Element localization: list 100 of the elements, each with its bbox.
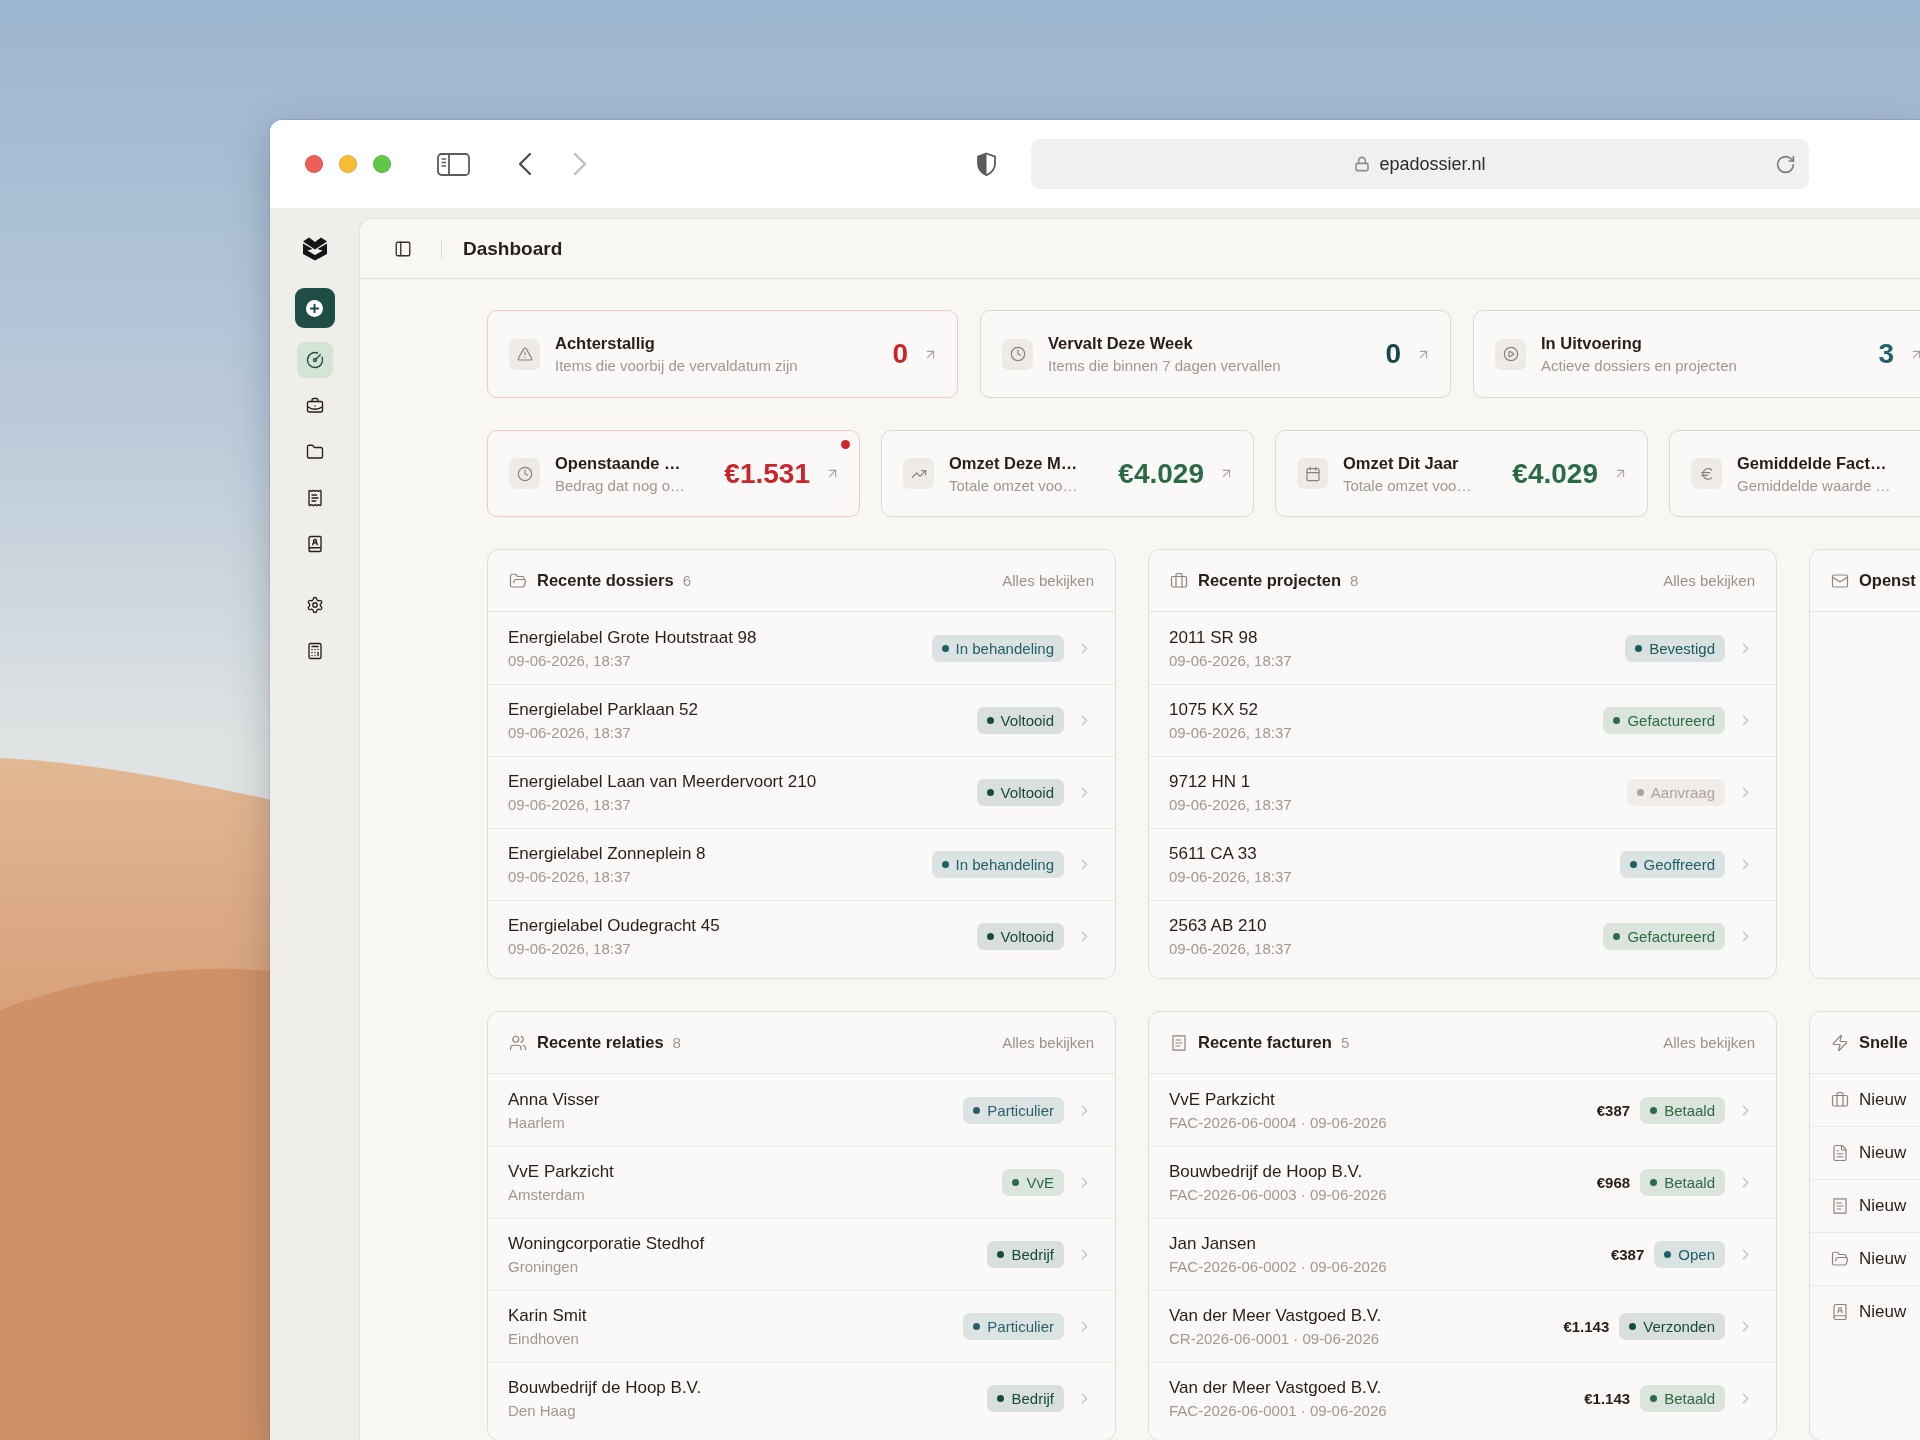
panel-title: Snelle bbox=[1859, 1033, 1908, 1052]
row-subtitle: 09-06-2026, 18:37 bbox=[508, 650, 631, 670]
status-text: Bedrijf bbox=[1011, 1246, 1054, 1263]
mail-icon bbox=[1831, 571, 1849, 590]
status-text: Gefactureerd bbox=[1627, 928, 1715, 945]
stat-value: €4.029 bbox=[1118, 457, 1204, 490]
status-text: Particulier bbox=[987, 1101, 1054, 1119]
sidebar-nav-button[interactable] bbox=[296, 342, 333, 378]
row-title: Van der Meer Vastgoed B.V. bbox=[1169, 1305, 1382, 1326]
card-subtitle: Actieve dossiers en projecten bbox=[1541, 356, 1738, 375]
row-subtitle: FAC-2026-06-0002 · 09-06-2026 bbox=[1169, 1257, 1387, 1276]
panel-title: Recente facturen bbox=[1198, 1033, 1332, 1052]
row-title: Anna Visser bbox=[508, 1088, 600, 1110]
card-subtitle: Items die voorbij de vervaldatum zijn bbox=[555, 356, 799, 375]
folder-open-icon bbox=[509, 571, 527, 590]
stat-value: €4.029 bbox=[1512, 457, 1598, 490]
card-title: Vervalt Deze Week bbox=[1048, 333, 1194, 353]
row-subtitle: 09-06-2026, 18:37 bbox=[508, 867, 631, 886]
add-button[interactable] bbox=[294, 288, 335, 328]
quick-action-button[interactable]: Nieuw bbox=[1831, 1090, 1907, 1110]
row-title: 5611 CA 33 bbox=[1169, 843, 1257, 864]
stat-value: €1.531 bbox=[724, 457, 810, 490]
stat-card[interactable]: In Uitvoering Actieve dossiers en projecten 3 bbox=[1473, 310, 1920, 398]
logo-icon bbox=[301, 236, 328, 261]
card-title: Omzet Dit Jaar bbox=[1343, 452, 1460, 473]
row-subtitle: 09-06-2026, 18:37 bbox=[1169, 867, 1292, 886]
row-title: Karin Smit bbox=[508, 1305, 587, 1326]
item-count: 5 bbox=[1340, 1034, 1350, 1051]
reload-icon[interactable] bbox=[1775, 153, 1796, 175]
quick-action-button[interactable]: Nieuw bbox=[1831, 1302, 1907, 1322]
address-book-icon bbox=[305, 535, 324, 553]
status-text: Betaald bbox=[1664, 1390, 1715, 1407]
row-subtitle: 09-06-2026, 18:37 bbox=[508, 723, 631, 742]
sidebar-toggle-icon[interactable] bbox=[394, 239, 412, 258]
row-subtitle: 09-06-2026, 18:37 bbox=[1169, 650, 1292, 670]
status-text: Voltooid bbox=[1000, 712, 1054, 729]
receipt-icon bbox=[1170, 1033, 1188, 1052]
row-subtitle: 09-06-2026, 18:37 bbox=[1169, 723, 1292, 742]
page-title: Dashboard bbox=[463, 237, 563, 260]
card-subtitle: Items die binnen 7 dagen vervallen bbox=[1048, 356, 1282, 375]
stat-value: 0 bbox=[1385, 338, 1401, 370]
stat-value: 0 bbox=[892, 338, 908, 370]
panel-title: Recente relaties bbox=[537, 1033, 664, 1052]
row-title: 2563 AB 210 bbox=[1169, 915, 1267, 936]
quick-action-button[interactable]: Nieuw bbox=[1831, 1143, 1907, 1163]
trending-up-icon bbox=[903, 458, 934, 489]
stat-card[interactable]: Vervalt Deze Week Items die binnen 7 dagen vervallen 0 bbox=[980, 310, 1451, 398]
row-subtitle: 09-06-2026, 18:37 bbox=[508, 795, 631, 814]
stat-card[interactable]: Openstaande … Bedrag dat nog o… €1.531 bbox=[487, 430, 860, 517]
row-subtitle: FAC-2026-06-0004 · 09-06-2026 bbox=[1169, 1112, 1387, 1132]
quick-action-button[interactable]: Nieuw bbox=[1831, 1249, 1907, 1269]
shield-icon[interactable] bbox=[976, 151, 997, 177]
folder-icon bbox=[305, 443, 324, 461]
stat-card[interactable]: Achterstallig Items die voorbij de vervaldatum zijn 0 bbox=[487, 310, 958, 398]
row-title: Woningcorporatie Stedhof bbox=[508, 1233, 705, 1254]
item-count: 8 bbox=[1350, 572, 1359, 589]
address-field[interactable]: epadossier.nl bbox=[1031, 139, 1809, 189]
status-text: Voltooid bbox=[1000, 784, 1054, 801]
row-title: Energielabel Laan van Meerdervoort 210 bbox=[508, 771, 817, 792]
panel-title: Recente dossiers bbox=[537, 571, 674, 590]
card-subtitle: Bedrag dat nog o… bbox=[555, 475, 687, 495]
row-subtitle: FAC-2026-06-0003 · 09-06-2026 bbox=[1169, 1185, 1387, 1204]
row-title: 1075 KX 52 bbox=[1169, 699, 1258, 720]
euro-icon bbox=[1691, 458, 1722, 489]
row-title: Bouwbedrijf de Hoop B.V. bbox=[1169, 1161, 1363, 1182]
status-text: In behandeling bbox=[955, 856, 1054, 873]
row-title: VvE Parkzicht bbox=[508, 1161, 614, 1182]
sidebar-toggle-icon[interactable] bbox=[437, 152, 470, 176]
chevron-left-icon[interactable] bbox=[517, 152, 532, 176]
lightning-icon bbox=[1831, 1033, 1849, 1052]
row-title: Van der Meer Vastgoed B.V. bbox=[1169, 1377, 1382, 1398]
url-text: epadossier.nl bbox=[1379, 153, 1486, 175]
quick-action-button[interactable]: Nieuw bbox=[1831, 1196, 1907, 1216]
row-subtitle: Groningen bbox=[508, 1257, 579, 1276]
status-text: Bedrijf bbox=[1011, 1390, 1054, 1407]
stat-value: 3 bbox=[1878, 338, 1894, 370]
stat-card[interactable]: Omzet Deze M… Totale omzet voo… €4.029 bbox=[881, 430, 1254, 517]
status-text: Verzonden bbox=[1643, 1318, 1715, 1335]
row-subtitle: FAC-2026-06-0001 · 09-06-2026 bbox=[1169, 1401, 1387, 1420]
settings-icon bbox=[305, 596, 324, 614]
window-close-button[interactable] bbox=[305, 155, 323, 173]
warning-icon bbox=[509, 338, 540, 370]
row-title: 2011 SR 98 bbox=[1169, 626, 1258, 648]
status-text: In behandeling bbox=[955, 639, 1054, 657]
status-text: VvE bbox=[1026, 1174, 1054, 1191]
card-title: Gemiddelde Fact… bbox=[1737, 452, 1888, 473]
status-text: Geoffreerd bbox=[1643, 856, 1715, 873]
card-title: Omzet Deze M… bbox=[949, 452, 1079, 473]
stat-card[interactable]: Gemiddelde Fact… Gemiddelde waarde … bbox=[1669, 430, 1920, 517]
status-text: Particulier bbox=[987, 1318, 1054, 1335]
card-subtitle: Gemiddelde waarde … bbox=[1737, 475, 1892, 495]
row-subtitle: 09-06-2026, 18:37 bbox=[1169, 795, 1292, 814]
status-text: Gefactureerd bbox=[1627, 712, 1715, 729]
amount-text: €387 bbox=[1596, 1101, 1631, 1119]
folder-open-icon bbox=[1831, 1250, 1849, 1268]
card-title: Openstaande … bbox=[555, 452, 682, 473]
users-icon bbox=[509, 1033, 527, 1052]
amount-text: €387 bbox=[1610, 1246, 1645, 1263]
item-count: 8 bbox=[672, 1034, 681, 1051]
stat-card[interactable]: Omzet Dit Jaar Totale omzet voo… €4.029 bbox=[1275, 430, 1648, 517]
